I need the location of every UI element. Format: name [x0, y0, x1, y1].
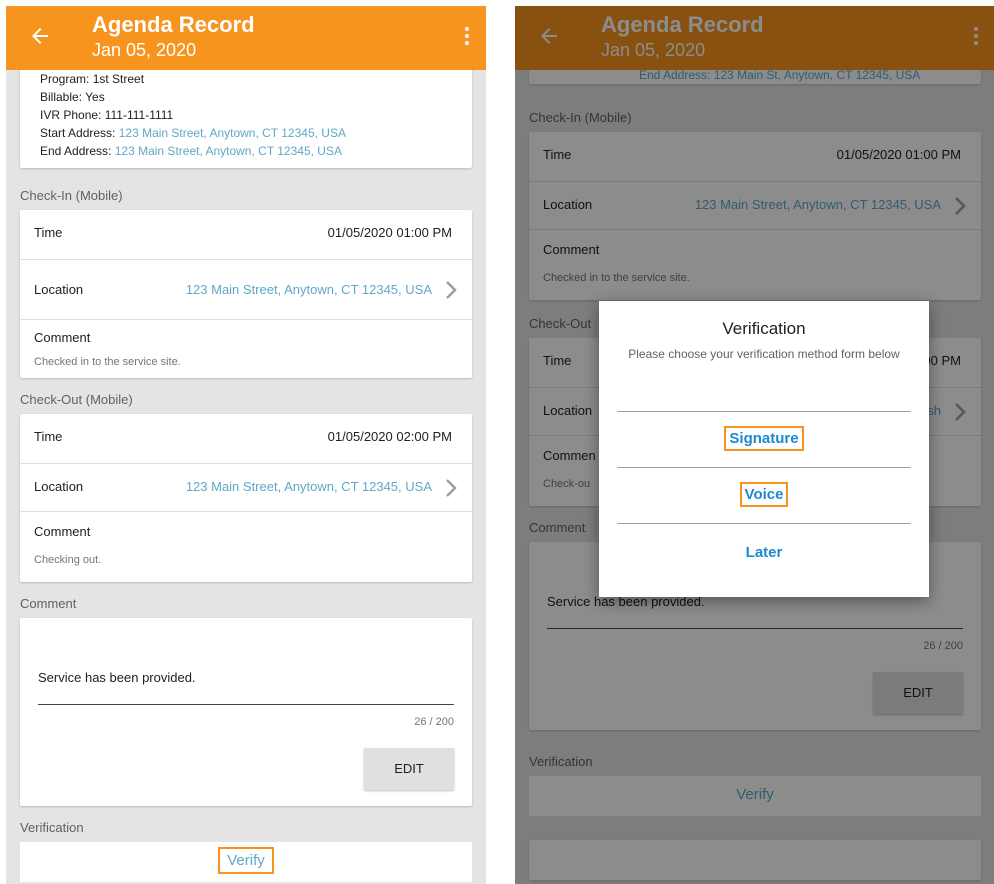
checkin-section-label: Check-In (Mobile): [20, 188, 123, 203]
later-option[interactable]: Later: [744, 543, 785, 562]
dialog-divider: [617, 411, 911, 412]
end-address-link[interactable]: 123 Main Street, Anytown, CT 12345, USA: [115, 144, 342, 158]
checkout-location-link[interactable]: 123 Main Street, Anytown, CT 12345, USA: [186, 479, 432, 494]
checkin-comment-label: Comment: [34, 330, 91, 345]
checkout-time-row: Time 01/05/2020 02:00 PM: [20, 414, 472, 464]
checkout-location-row[interactable]: Location 123 Main Street, Anytown, CT 12…: [20, 464, 472, 512]
page-date: Jan 05, 2020: [92, 40, 197, 60]
checkin-time-value: 01/05/2020 01:00 PM: [327, 225, 452, 240]
back-arrow-icon[interactable]: [28, 24, 52, 48]
checkout-card: Time 01/05/2020 02:00 PM Location 123 Ma…: [20, 414, 472, 582]
checkout-section-label: Check-Out (Mobile): [20, 392, 133, 407]
dialog-message: Please choose your verification method f…: [628, 347, 900, 361]
app-bar: Agenda Record Jan 05, 2020: [6, 6, 486, 70]
billable-value: Yes: [85, 90, 105, 104]
signature-option[interactable]: Signature: [724, 426, 804, 451]
screen-agenda-record: Agenda Record Jan 05, 2020 Program: 1st …: [6, 6, 486, 884]
dialog-divider: [617, 467, 911, 468]
checkout-time-value: 01/05/2020 02:00 PM: [327, 429, 452, 444]
checkin-location-link[interactable]: 123 Main Street, Anytown, CT 12345, USA: [186, 282, 432, 297]
comment-card: Service has been provided. 26 / 200 EDIT: [20, 618, 472, 806]
chevron-right-icon[interactable]: [444, 478, 458, 498]
dialog-title: Verification: [722, 319, 806, 338]
overflow-menu-icon[interactable]: [462, 24, 472, 50]
details-card: Program: 1st Street Billable: Yes IVR Ph…: [20, 64, 472, 168]
checkin-time-row: Time 01/05/2020 01:00 PM: [20, 210, 472, 260]
program-value: 1st Street: [92, 72, 145, 86]
comment-text[interactable]: Service has been provided.: [38, 670, 196, 685]
voice-option[interactable]: Voice: [739, 482, 789, 507]
comment-underline: [38, 704, 454, 705]
dialog-divider: [617, 523, 911, 524]
verify-card: Verify: [20, 842, 472, 882]
checkin-location-row[interactable]: Location 123 Main Street, Anytown, CT 12…: [20, 260, 472, 320]
ivr-phone-value: 111-111-1111: [104, 108, 174, 122]
verification-dialog: Verification Please choose your verifica…: [599, 301, 929, 597]
verify-button[interactable]: Verify: [218, 847, 274, 874]
start-address-link[interactable]: 123 Main Street, Anytown, CT 12345, USA: [119, 126, 346, 140]
checkout-comment-label: Comment: [34, 524, 91, 539]
edit-button[interactable]: EDIT: [364, 748, 454, 790]
checkout-comment-value: Checking out.: [34, 554, 102, 566]
verification-section-label: Verification: [20, 820, 84, 835]
comment-counter: 26 / 200: [414, 716, 454, 728]
chevron-right-icon[interactable]: [444, 280, 458, 300]
screen-agenda-record-dialog: Agenda Record Jan 05, 2020 End Address: …: [515, 6, 994, 884]
checkin-card: Time 01/05/2020 01:00 PM Location 123 Ma…: [20, 210, 472, 378]
page-title: Agenda Record: [92, 12, 255, 37]
comment-section-label: Comment: [20, 596, 77, 611]
scroll-content[interactable]: Program: 1st Street Billable: Yes IVR Ph…: [6, 64, 486, 884]
checkin-comment-value: Checked in to the service site.: [34, 356, 181, 368]
